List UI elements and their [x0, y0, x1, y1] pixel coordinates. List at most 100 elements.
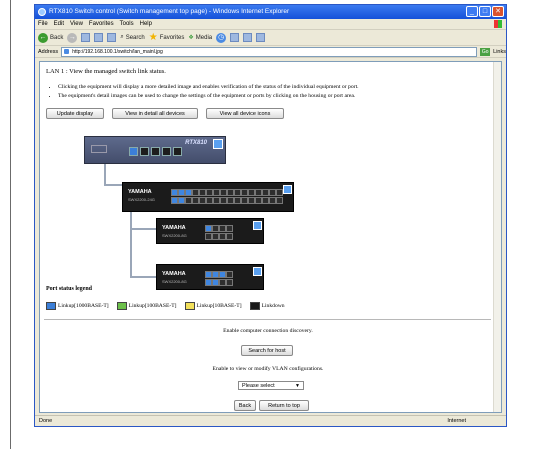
switch-port[interactable] — [262, 189, 269, 196]
switch-port[interactable] — [276, 197, 283, 204]
switch-port[interactable] — [212, 233, 219, 240]
switch-port[interactable] — [185, 197, 192, 204]
switch-port[interactable] — [178, 189, 185, 196]
switch-port[interactable] — [199, 189, 206, 196]
bullet-item: The equipment's detail images can be use… — [58, 92, 359, 101]
switch-port[interactable] — [192, 197, 199, 204]
menu-view[interactable]: View — [70, 19, 83, 29]
switch-port[interactable] — [178, 197, 185, 204]
switch-port[interactable] — [219, 225, 226, 232]
device-info-icon[interactable] — [283, 185, 292, 194]
switch-port[interactable] — [212, 271, 219, 278]
switch-ports — [205, 225, 233, 240]
go-button[interactable]: Go — [480, 47, 491, 56]
view-detail-all-button[interactable]: View in detail all devices — [112, 108, 198, 119]
router-port[interactable] — [129, 147, 138, 156]
switch-port[interactable] — [226, 271, 233, 278]
switch-port[interactable] — [171, 197, 178, 204]
switch-port[interactable] — [255, 189, 262, 196]
search-button[interactable]: ⌕ Search — [120, 34, 144, 41]
vlan-select[interactable]: Please select ▼ — [238, 381, 304, 390]
switch-24g-device[interactable]: YAMAHA SWX2200-24G — [122, 182, 294, 212]
router-port[interactable] — [162, 147, 171, 156]
switch-port[interactable] — [220, 197, 227, 204]
switch-port[interactable] — [227, 189, 234, 196]
update-display-button[interactable]: Update display — [46, 108, 104, 119]
legend-label: Linkdown — [261, 303, 285, 309]
print-icon[interactable] — [243, 33, 253, 42]
switch-port[interactable] — [234, 197, 241, 204]
menu-file[interactable]: File — [38, 19, 48, 29]
switch-port[interactable] — [185, 189, 192, 196]
maximize-button[interactable]: □ — [479, 6, 491, 17]
switch-port[interactable] — [205, 271, 212, 278]
switch-port[interactable] — [276, 189, 283, 196]
switch-port[interactable] — [248, 197, 255, 204]
switch-port[interactable] — [219, 279, 226, 286]
switch-port[interactable] — [226, 233, 233, 240]
switch-port[interactable] — [199, 197, 206, 204]
return-top-button[interactable]: Return to top — [259, 400, 309, 411]
switch-port[interactable] — [205, 233, 212, 240]
view-icons-all-button[interactable]: View all device icons — [206, 108, 284, 119]
switch-port[interactable] — [220, 189, 227, 196]
switch-port[interactable] — [219, 271, 226, 278]
stop-icon[interactable] — [81, 33, 91, 42]
ie-icon — [38, 8, 46, 16]
switch-port[interactable] — [241, 197, 248, 204]
media-button[interactable]: ❖ Media — [188, 34, 212, 42]
device-info-icon[interactable] — [253, 267, 262, 276]
port-status-legend: Linkup[1000BASE-T] Linkup[100BASE-T] Lin… — [46, 302, 285, 310]
address-input[interactable]: http://192.168.100.1/switch/lan_mainl.jp… — [61, 46, 478, 57]
switch-8g-device[interactable]: YAMAHA SWX2200-8G — [156, 264, 264, 290]
menu-help[interactable]: Help — [140, 19, 152, 29]
menu-edit[interactable]: Edit — [54, 19, 64, 29]
router-device[interactable]: RTX810 — [84, 136, 226, 164]
switch-port[interactable] — [213, 189, 220, 196]
mail-icon[interactable] — [230, 33, 240, 42]
history-icon[interactable]: ◷ — [216, 32, 227, 43]
switch-port[interactable] — [171, 189, 178, 196]
switch-brand: YAMAHA — [162, 225, 186, 231]
edit-icon[interactable] — [256, 33, 266, 42]
switch-port[interactable] — [206, 189, 213, 196]
search-icon: ⌕ — [120, 34, 124, 40]
switch-port[interactable] — [269, 189, 276, 196]
switch-port[interactable] — [219, 233, 226, 240]
back-button[interactable]: ← Back — [38, 32, 63, 43]
router-port[interactable] — [140, 147, 149, 156]
switch-port[interactable] — [234, 189, 241, 196]
switch-8g-device[interactable]: YAMAHA SWX2200-8G — [156, 218, 264, 244]
switch-port[interactable] — [212, 279, 219, 286]
switch-port[interactable] — [227, 197, 234, 204]
switch-port[interactable] — [241, 189, 248, 196]
switch-port[interactable] — [255, 197, 262, 204]
switch-port[interactable] — [212, 225, 219, 232]
search-host-button[interactable]: Search for host — [241, 345, 293, 356]
switch-port[interactable] — [262, 197, 269, 204]
switch-port[interactable] — [206, 197, 213, 204]
router-port[interactable] — [173, 147, 182, 156]
menu-favorites[interactable]: Favorites — [89, 19, 114, 29]
switch-port[interactable] — [205, 279, 212, 286]
refresh-icon[interactable] — [94, 33, 104, 42]
router-port[interactable] — [151, 147, 160, 156]
switch-port[interactable] — [213, 197, 220, 204]
links-label[interactable]: Links — [493, 49, 506, 55]
vertical-scrollbar[interactable] — [493, 62, 501, 412]
device-info-icon[interactable] — [253, 221, 262, 230]
menu-tools[interactable]: Tools — [120, 19, 134, 29]
forward-button[interactable]: → — [67, 32, 78, 43]
home-icon[interactable] — [107, 33, 117, 42]
back-nav-button[interactable]: Back — [234, 400, 256, 411]
switch-port[interactable] — [226, 225, 233, 232]
switch-port[interactable] — [192, 189, 199, 196]
switch-port[interactable] — [269, 197, 276, 204]
device-info-icon[interactable] — [213, 139, 223, 149]
switch-port[interactable] — [226, 279, 233, 286]
switch-port[interactable] — [205, 225, 212, 232]
minimize-button[interactable]: _ — [466, 6, 478, 17]
favorites-button[interactable]: ★ Favorites — [149, 32, 185, 43]
close-button[interactable]: ✕ — [492, 6, 504, 17]
switch-port[interactable] — [248, 189, 255, 196]
